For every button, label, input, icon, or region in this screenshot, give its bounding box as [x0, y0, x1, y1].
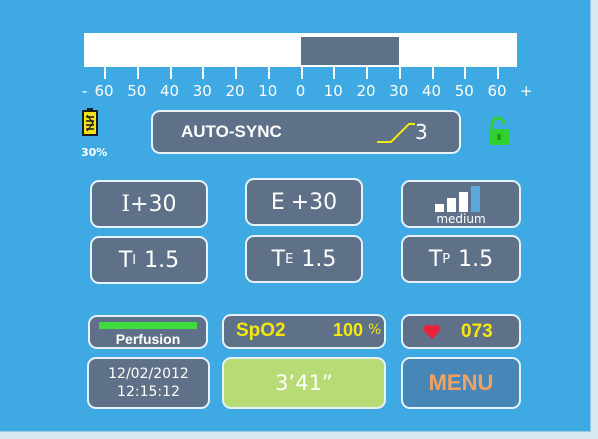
ramp-curve-icon [377, 123, 415, 143]
i-prefix: I [121, 191, 131, 217]
tp-sub: P [442, 251, 451, 267]
menu-label: MENU [428, 370, 494, 395]
spo2-display[interactable]: SpO2 100 % [222, 314, 386, 349]
scale-tick-label: 40 [159, 82, 180, 100]
signal-bar [459, 192, 468, 212]
scale-tick-label: 10 [258, 82, 278, 100]
scale-tick [366, 67, 368, 79]
signal-bar [435, 204, 444, 212]
expiratory-time-button[interactable]: TE 1.5 [245, 235, 363, 283]
scale-minus-sign: - [82, 82, 88, 100]
spo2-value: 100 [333, 320, 364, 340]
scale-tick-label: 60 [487, 82, 507, 100]
signal-bar [447, 198, 456, 212]
tp-main: T [428, 246, 443, 272]
scale-tick [431, 67, 434, 79]
scale-plus-sign: + [520, 82, 533, 100]
auto-sync-value: 3 [415, 120, 428, 144]
date-time-display[interactable]: 12/02/2012 12:15:12 [87, 357, 210, 409]
scale-tick-label: 50 [127, 82, 147, 100]
elapsed-timer-display[interactable]: 3’41” [222, 357, 386, 409]
scale-tick-label: 0 [295, 82, 306, 100]
scale-tick-label: 20 [225, 82, 245, 100]
spo2-label: SpO2 [236, 320, 286, 341]
scale-tick [169, 67, 172, 79]
heart-rate-value: 073 [461, 321, 493, 342]
inspiratory-trigger-button[interactable]: I +30 [90, 180, 208, 228]
unlocked-padlock-icon[interactable] [488, 116, 510, 146]
auto-sync-label: AUTO-SYNC [181, 122, 282, 141]
perfusion-indicator[interactable]: Perfusion [88, 315, 208, 349]
scale-tick [333, 67, 336, 79]
i-value: +30 [130, 191, 177, 217]
menu-button[interactable]: MENU [401, 357, 521, 409]
scale-tick [464, 67, 467, 79]
auto-sync-button[interactable]: AUTO-SYNC 3 [151, 110, 461, 154]
scale-tick-label: 30 [389, 82, 409, 100]
pause-time-button[interactable]: TP 1.5 [401, 235, 521, 283]
scale-tick [104, 67, 106, 79]
scale-bar [84, 33, 517, 67]
expiratory-trigger-button[interactable]: E +30 [245, 178, 363, 226]
signal-bars-icon [435, 186, 480, 212]
scale-ticks [84, 67, 517, 81]
inspiratory-time-button[interactable]: TI 1.5 [90, 236, 208, 284]
ti-value: 1.5 [144, 247, 180, 273]
scale-tick-label: 30 [192, 82, 212, 100]
perfusion-bar [99, 322, 197, 329]
trigger-sensitivity-button[interactable]: medium [401, 180, 521, 228]
date-text: 12/02/2012 [108, 366, 189, 382]
battery-icon [82, 108, 98, 136]
ti-main: T [118, 247, 133, 273]
scale-tick [136, 67, 139, 79]
scale-tick [300, 67, 303, 79]
te-sub: E [285, 251, 294, 267]
perfusion-label: Perfusion [115, 331, 181, 347]
scale-tick [202, 67, 205, 79]
timer-value: 3’41” [275, 371, 333, 395]
scale-tick [497, 67, 499, 79]
te-value: 1.5 [301, 246, 337, 272]
te-main: T [271, 246, 286, 272]
signal-bar [471, 186, 480, 212]
heart-rate-display[interactable]: 073 [401, 314, 521, 349]
battery-percent: 30% [81, 146, 108, 159]
scale-tick-label: 10 [323, 82, 343, 100]
device-screen: - 60 50 40 30 20 10 0 10 20 30 40 50 60 + 30% AUTO-S… [0, 0, 591, 432]
heart-icon [423, 324, 441, 339]
e-prefix: E [270, 189, 285, 215]
scale-indicator [300, 37, 399, 65]
tp-value: 1.5 [458, 246, 494, 272]
ti-sub: I [132, 252, 137, 268]
e-value: +30 [290, 189, 338, 215]
scale-tick [267, 67, 270, 79]
time-text: 12:15:12 [117, 384, 180, 400]
trigger-sensitivity-label: medium [436, 212, 486, 226]
scale-tick-label: 60 [94, 82, 114, 100]
scale-tick [235, 67, 237, 79]
scale-tick [398, 67, 401, 79]
scale-tick-label: 40 [421, 82, 442, 100]
scale-tick-label: 20 [356, 82, 376, 100]
scale-tick-label: 50 [454, 82, 474, 100]
spo2-unit: % [368, 322, 382, 338]
